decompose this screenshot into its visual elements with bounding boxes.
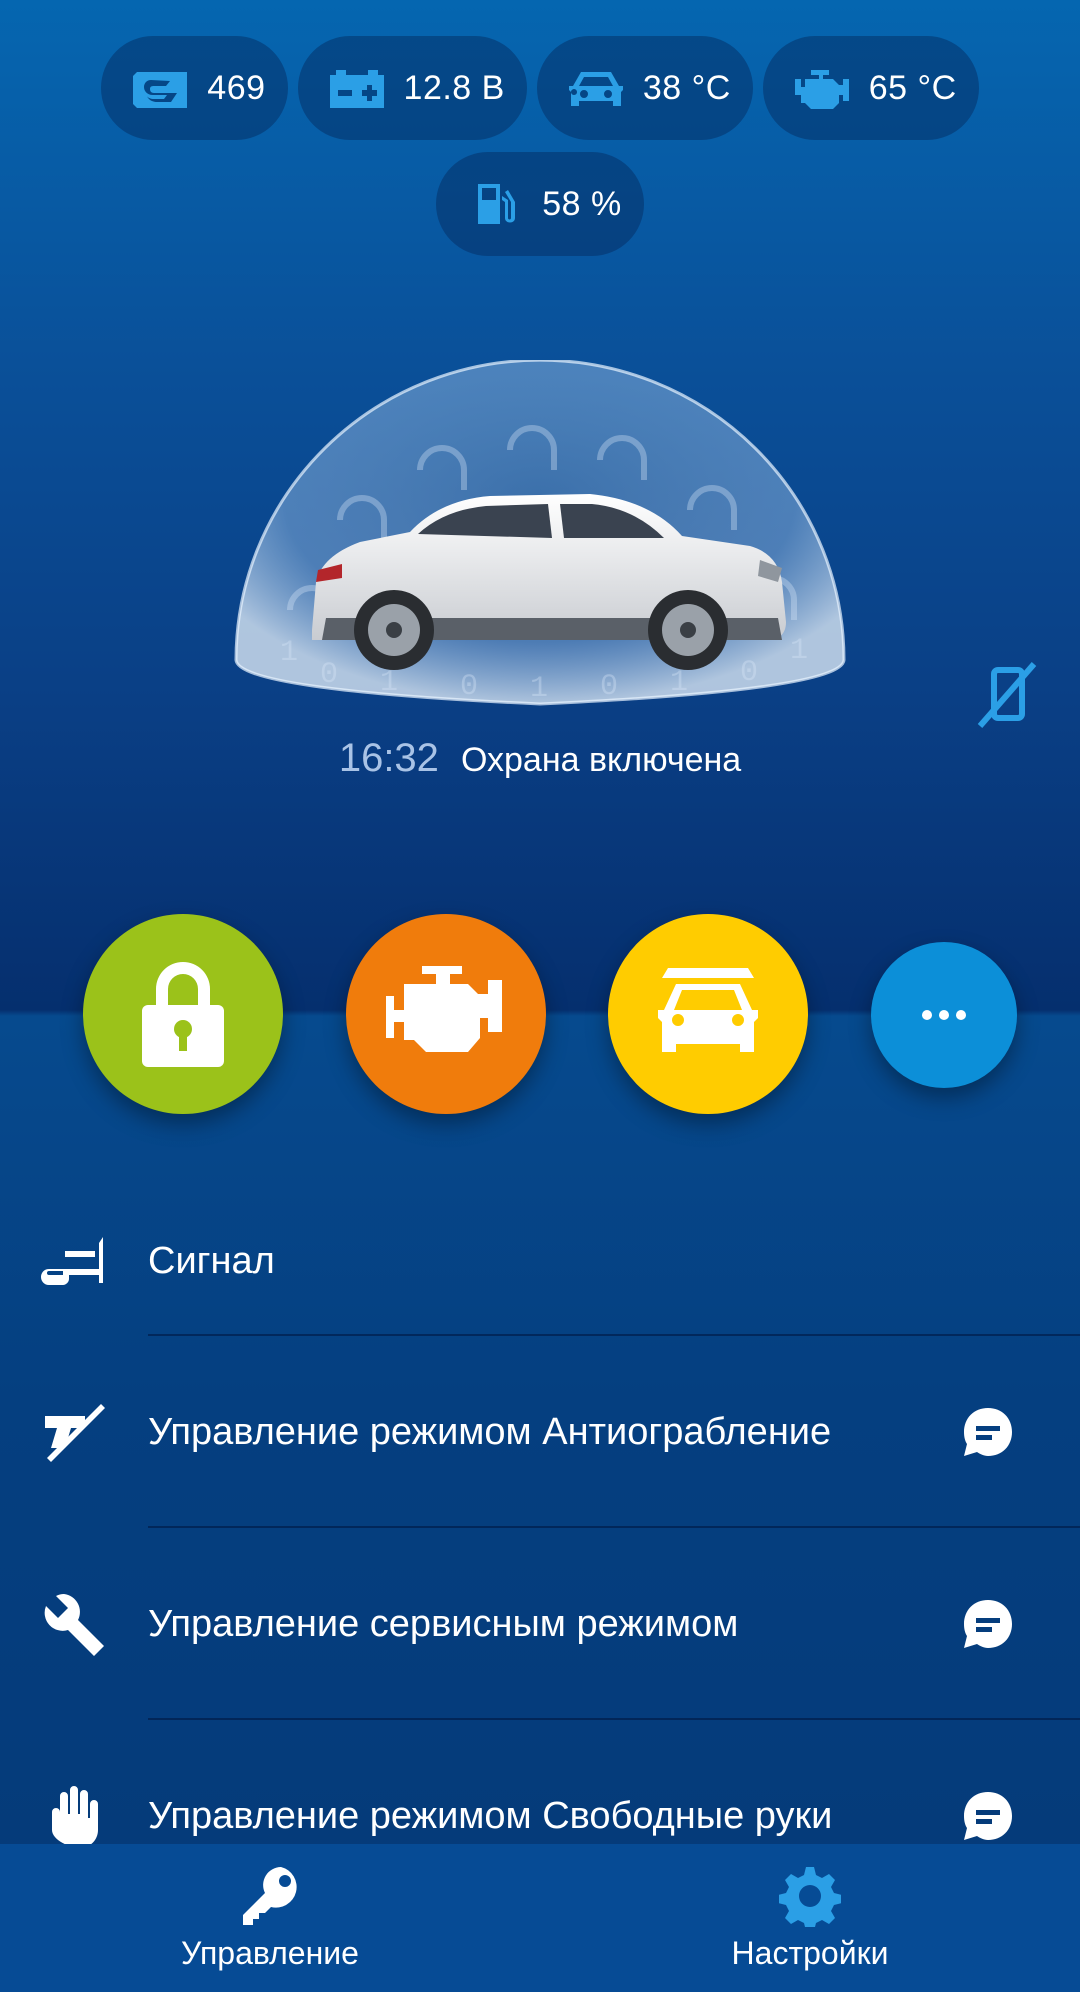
battery-pill[interactable]: 12.8 В [297,36,527,140]
svg-text:1: 1 [280,636,298,670]
status-pills: 469 12.8 В 38 °C 65 °C 58 % [0,36,1080,268]
fuel-value: 58 % [542,184,622,223]
lock-button[interactable] [83,914,283,1114]
svg-text:0: 0 [460,670,478,704]
balance-value: 469 [207,68,266,107]
engine-temp-icon [794,70,849,109]
list-item-signal[interactable]: Сигнал [0,1186,1080,1336]
list-item-label: Управление режимом Антиограбление [148,1411,832,1453]
list-item-label: Управление сервисным режимом [148,1603,739,1645]
list-item-service-mode[interactable]: Управление сервисным режимом [0,1528,1080,1720]
svg-text:1: 1 [380,666,398,700]
status-time: 16:32 [338,736,439,780]
car-temp-icon [568,72,623,106]
horn-icon [40,1227,108,1295]
svg-text:0: 0 [600,670,618,704]
svg-text:1: 1 [790,634,808,668]
list-item-label: Сигнал [148,1240,275,1282]
svg-text:0: 0 [320,658,338,692]
list-item-label: Управление режимом Свободные руки [148,1795,833,1837]
command-list: Сигнал Управление режимом Антиограбление… [0,1186,1080,1912]
sms-icon[interactable] [962,1790,1014,1842]
tab-label: Управление [181,1934,359,1971]
sms-icon[interactable] [962,1406,1014,1458]
engine-icon [386,966,502,1052]
car-temp-value: 38 °C [642,68,731,107]
balance-icon [133,72,188,108]
tab-label: Настройки [731,1934,889,1971]
gear-icon [779,1866,841,1927]
battery-value: 12.8 В [403,68,505,107]
list-item-antirobbery[interactable]: Управление режимом Антиограбление [0,1336,1080,1528]
car-dome-image[interactable]: 101 010 101 [230,358,850,710]
engine-temp-pill[interactable]: 65 °C [762,36,979,140]
action-buttons [0,914,1080,1114]
engine-temp-value: 65 °C [868,68,957,107]
more-button[interactable] [871,942,1017,1088]
key-icon [243,1866,297,1925]
lock-icon [142,962,224,1067]
engine-start-button[interactable] [346,914,546,1114]
car-trunk-button[interactable] [608,914,808,1114]
svg-text:0: 0 [740,656,758,690]
wrench-icon [40,1590,108,1658]
status-text: Охрана включена [460,741,742,779]
hand-icon [40,1782,108,1850]
more-dots-icon [922,1010,966,1020]
fuel-icon [478,184,516,224]
balance-pill[interactable]: 469 [101,36,288,140]
bottom-nav: Управление Настройки [0,1844,1080,1992]
car-temp-pill[interactable]: 38 °C [536,36,753,140]
no-gun-icon [40,1398,108,1466]
svg-text:1: 1 [670,666,688,700]
tab-settings[interactable]: Настройки [540,1844,1080,1992]
car-trunk-icon [658,968,758,1052]
fuel-pill[interactable]: 58 % [436,152,644,256]
tab-control[interactable]: Управление [0,1844,540,1992]
sms-icon[interactable] [962,1598,1014,1650]
no-phone-icon[interactable] [972,660,1042,730]
security-status: 16:32 Охрана включена [0,736,1080,781]
battery-icon [329,70,384,108]
svg-text:1: 1 [530,672,548,706]
car-illustration: 10 1 010 1 01 [234,358,846,706]
